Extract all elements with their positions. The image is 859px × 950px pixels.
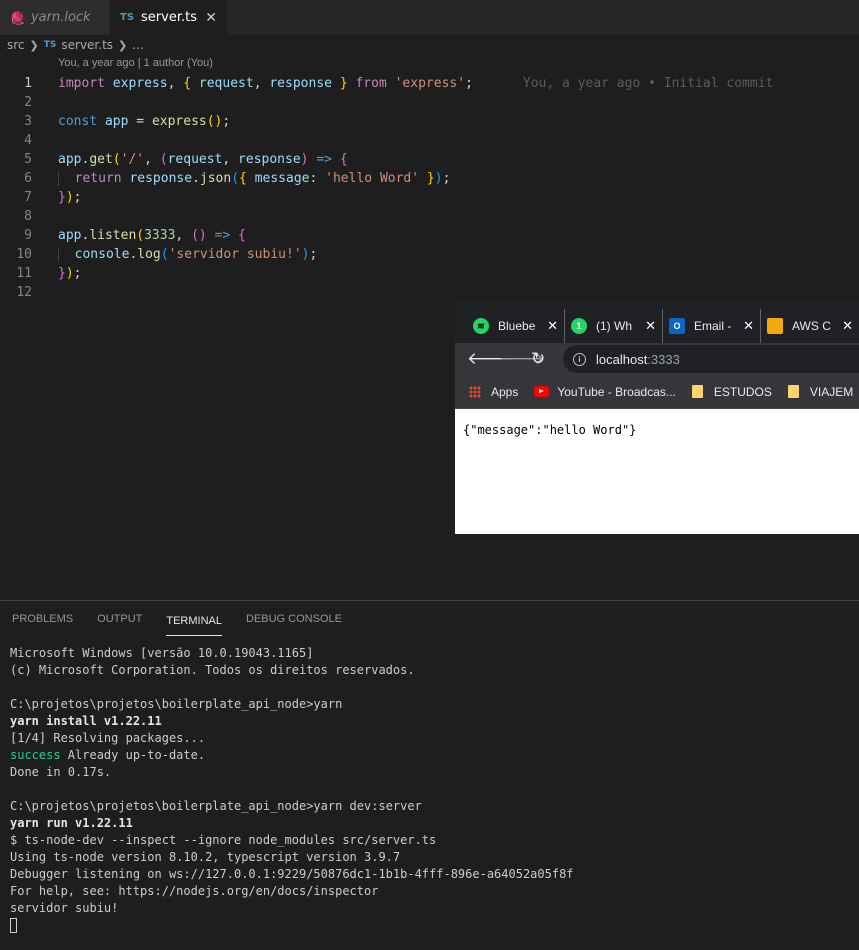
- bookmark-label: YouTube - Broadcas...: [557, 384, 676, 399]
- folder-icon: [787, 385, 799, 398]
- bookmark-youtube[interactable]: YouTube - Broadcas...: [534, 385, 676, 399]
- terminal-line: Debugger listening on ws://127.0.0.1:922…: [10, 867, 574, 881]
- tab-problems[interactable]: PROBLEMS: [12, 601, 73, 637]
- success-label: success: [10, 748, 61, 762]
- url-port: :3333: [647, 351, 680, 367]
- terminal-line: yarn run v1.22.11: [10, 816, 133, 830]
- editor-tab-bar: 🧶 yarn.lock TS server.ts ✕: [0, 0, 859, 35]
- terminal-line: For help, see: https://nodejs.org/en/doc…: [10, 884, 379, 898]
- typescript-icon: TS: [43, 40, 57, 50]
- folder-icon: [691, 385, 703, 398]
- browser-tab[interactable]: 1 (1) Wh ✕: [565, 309, 663, 343]
- typescript-icon: TS: [120, 12, 135, 23]
- browser-tab-title: AWS C: [792, 319, 831, 333]
- bookmark-apps[interactable]: Apps: [469, 385, 518, 399]
- outlook-icon: O: [669, 318, 685, 334]
- yarn-icon: 🧶: [10, 10, 25, 25]
- terminal-line: yarn install v1.22.11: [10, 714, 162, 728]
- code-line: 11});: [16, 266, 82, 281]
- tab-label: server.ts: [141, 10, 197, 25]
- bookmark-label: VIAJEM: [809, 384, 854, 399]
- page-content: {"message":"hello Word"}: [463, 423, 637, 437]
- browser-tab-title: Bluebe: [498, 319, 536, 333]
- chevron-right-icon: ❯: [29, 38, 39, 52]
- terminal-line: Using ts-node version 8.10.2, typescript…: [10, 850, 401, 864]
- terminal-line: Microsoft Windows [versão 10.0.19043.116…: [10, 646, 314, 660]
- aws-icon: [767, 318, 783, 334]
- browser-tab[interactable]: AWS C ✕: [761, 309, 859, 343]
- apps-grid-icon: [469, 385, 481, 398]
- close-icon[interactable]: ✕: [547, 318, 558, 334]
- bottom-panel: PROBLEMS OUTPUT TERMINAL DEBUG CONSOLE M…: [0, 600, 859, 950]
- forward-arrow-icon[interactable]: 🡒: [499, 349, 545, 369]
- terminal-line: Done in 0.17s.: [10, 765, 112, 779]
- back-arrow-icon[interactable]: 🡐: [467, 349, 513, 369]
- terminal-text: Already up-to-date.: [60, 748, 206, 762]
- breadcrumb-file[interactable]: server.ts: [61, 38, 113, 52]
- terminal-line: [1/4] Resolving packages...: [10, 731, 206, 745]
- code-line: 3 const app = express();: [24, 114, 231, 129]
- url-host: localhost: [596, 351, 648, 367]
- spotify-icon: ≋: [473, 318, 489, 334]
- terminal-line: C:\projetos\projetos\boilerplate_api_nod…: [10, 697, 343, 711]
- terminal-line: (c) Microsoft Corporation. Todos os dire…: [10, 663, 415, 677]
- code-line: 10 console.log('servidor subiu!');: [16, 247, 318, 262]
- browser-tab[interactable]: ≋ Bluebe ✕: [467, 309, 565, 343]
- code-line: 5 app.get('/', (request, response) => {: [24, 152, 348, 167]
- whatsapp-icon: 1: [571, 318, 587, 334]
- info-icon[interactable]: i: [573, 352, 586, 366]
- breadcrumb-folder[interactable]: src: [7, 38, 25, 52]
- browser-tab-title: Email -: [694, 319, 732, 333]
- bookmark-folder-estudos[interactable]: ESTUDOS: [691, 384, 772, 399]
- tab-label: yarn.lock: [30, 10, 91, 25]
- tab-output[interactable]: OUTPUT: [97, 601, 142, 637]
- bookmark-folder-viajem[interactable]: VIAJEM: [787, 384, 854, 399]
- code-line: 6 return response.json({ message: 'hello…: [24, 171, 451, 186]
- code-editor[interactable]: 1 import express, { request, response } f…: [0, 74, 859, 302]
- git-blame-annotation: You, a year ago • Initial commit: [522, 76, 774, 91]
- breadcrumb-more[interactable]: ...: [132, 38, 143, 52]
- bookmark-label: Apps: [491, 384, 519, 399]
- code-line: 8: [24, 209, 32, 224]
- close-icon[interactable]: ✕: [205, 10, 217, 26]
- codelens-author[interactable]: You, a year ago | 1 author (You): [58, 57, 213, 69]
- code-line: 7});: [24, 190, 82, 205]
- browser-window: ≋ Bluebe ✕ 1 (1) Wh ✕ O Email - ✕ AWS C …: [455, 299, 859, 534]
- close-icon[interactable]: ✕: [743, 318, 754, 334]
- panel-tabs: PROBLEMS OUTPUT TERMINAL DEBUG CONSOLE: [0, 601, 859, 637]
- terminal-line: [10, 917, 574, 934]
- code-line: 9 app.listen(3333, () => {: [24, 228, 246, 243]
- browser-toolbar: 🡐 🡒 ↻ i localhost:3333: [455, 343, 859, 375]
- breadcrumb: src ❯ TS server.ts ❯ ...: [0, 35, 859, 55]
- address-bar[interactable]: i localhost:3333: [563, 345, 859, 373]
- close-icon[interactable]: ✕: [645, 318, 656, 334]
- code-line: 1 import express, { request, response } f…: [24, 76, 774, 91]
- code-line: 2: [24, 95, 32, 110]
- close-icon[interactable]: ✕: [842, 318, 853, 334]
- youtube-icon: [534, 386, 550, 397]
- terminal-line: C:\projetos\projetos\boilerplate_api_nod…: [10, 799, 422, 813]
- tab-debug-console[interactable]: DEBUG CONSOLE: [246, 601, 342, 637]
- bookmarks-bar: Apps YouTube - Broadcas... ESTUDOS VIAJE…: [455, 375, 859, 409]
- chevron-right-icon: ❯: [118, 38, 128, 52]
- terminal-output[interactable]: Microsoft Windows [versão 10.0.19043.116…: [10, 645, 574, 934]
- tab-yarn-lock[interactable]: 🧶 yarn.lock: [0, 0, 110, 35]
- tab-server-ts[interactable]: TS server.ts ✕: [110, 0, 228, 35]
- terminal-line: $ ts-node-dev --inspect --ignore node_mo…: [10, 833, 437, 847]
- tab-terminal[interactable]: TERMINAL: [166, 602, 222, 636]
- bookmark-label: ESTUDOS: [713, 384, 772, 399]
- reload-icon[interactable]: ↻: [531, 349, 563, 369]
- browser-tab-title: (1) Wh: [596, 319, 632, 333]
- browser-tab[interactable]: O Email - ✕: [663, 309, 761, 343]
- terminal-line: servidor subiu!: [10, 901, 119, 915]
- browser-tab-strip: ≋ Bluebe ✕ 1 (1) Wh ✕ O Email - ✕ AWS C …: [455, 299, 859, 343]
- code-line: 4: [24, 133, 32, 148]
- terminal-cursor[interactable]: [10, 918, 17, 933]
- terminal-line: success Already up-to-date.: [10, 747, 574, 764]
